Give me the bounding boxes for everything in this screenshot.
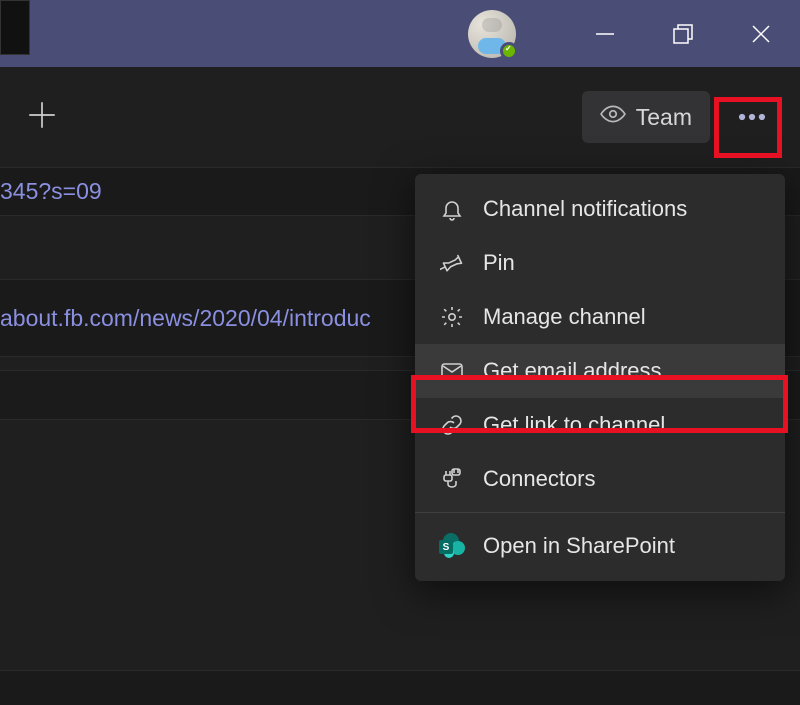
- menu-item-get-email-address[interactable]: Get email address: [415, 344, 785, 398]
- presence-available-icon: [500, 42, 518, 60]
- menu-item-channel-notifications[interactable]: Channel notifications: [415, 182, 785, 236]
- mail-icon: [439, 358, 465, 384]
- pin-icon: [439, 250, 465, 276]
- annotation-more-button-highlight: [714, 97, 782, 158]
- link-icon: [439, 412, 465, 438]
- link-text: about.fb.com/news/2020/04/introduc: [0, 305, 371, 332]
- menu-item-label: Channel notifications: [483, 196, 687, 222]
- menu-item-label: Connectors: [483, 466, 596, 492]
- menu-item-pin[interactable]: Pin: [415, 236, 785, 290]
- menu-item-get-link[interactable]: Get link to channel: [415, 398, 785, 452]
- eye-icon: [600, 101, 626, 133]
- minimize-button[interactable]: [566, 0, 644, 67]
- add-tab-button[interactable]: [25, 98, 59, 137]
- menu-separator: [415, 512, 785, 513]
- sharepoint-icon: S: [439, 533, 465, 559]
- user-avatar[interactable]: [468, 10, 516, 58]
- titlebar-left-block: [0, 0, 30, 55]
- team-button-label: Team: [636, 104, 692, 131]
- channel-toolbar: Team: [0, 67, 800, 167]
- link-text: 345?s=09: [0, 178, 102, 205]
- menu-item-label: Get link to channel: [483, 412, 665, 438]
- team-visibility-button[interactable]: Team: [582, 91, 710, 143]
- window-controls: [566, 0, 800, 67]
- menu-item-connectors[interactable]: Connectors: [415, 452, 785, 506]
- maximize-button[interactable]: [644, 0, 722, 67]
- menu-item-open-sharepoint[interactable]: S Open in SharePoint: [415, 519, 785, 573]
- menu-item-label: Get email address: [483, 358, 662, 384]
- title-bar: [0, 0, 800, 67]
- channel-context-menu: Channel notifications Pin Manage channel…: [415, 174, 785, 581]
- close-button[interactable]: [722, 0, 800, 67]
- bell-icon: [439, 196, 465, 222]
- menu-item-manage-channel[interactable]: Manage channel: [415, 290, 785, 344]
- menu-item-label: Pin: [483, 250, 515, 276]
- message-block-bottom: [0, 670, 800, 705]
- menu-item-label: Open in SharePoint: [483, 533, 675, 559]
- gear-icon: [439, 304, 465, 330]
- menu-item-label: Manage channel: [483, 304, 646, 330]
- connector-icon: [439, 466, 465, 492]
